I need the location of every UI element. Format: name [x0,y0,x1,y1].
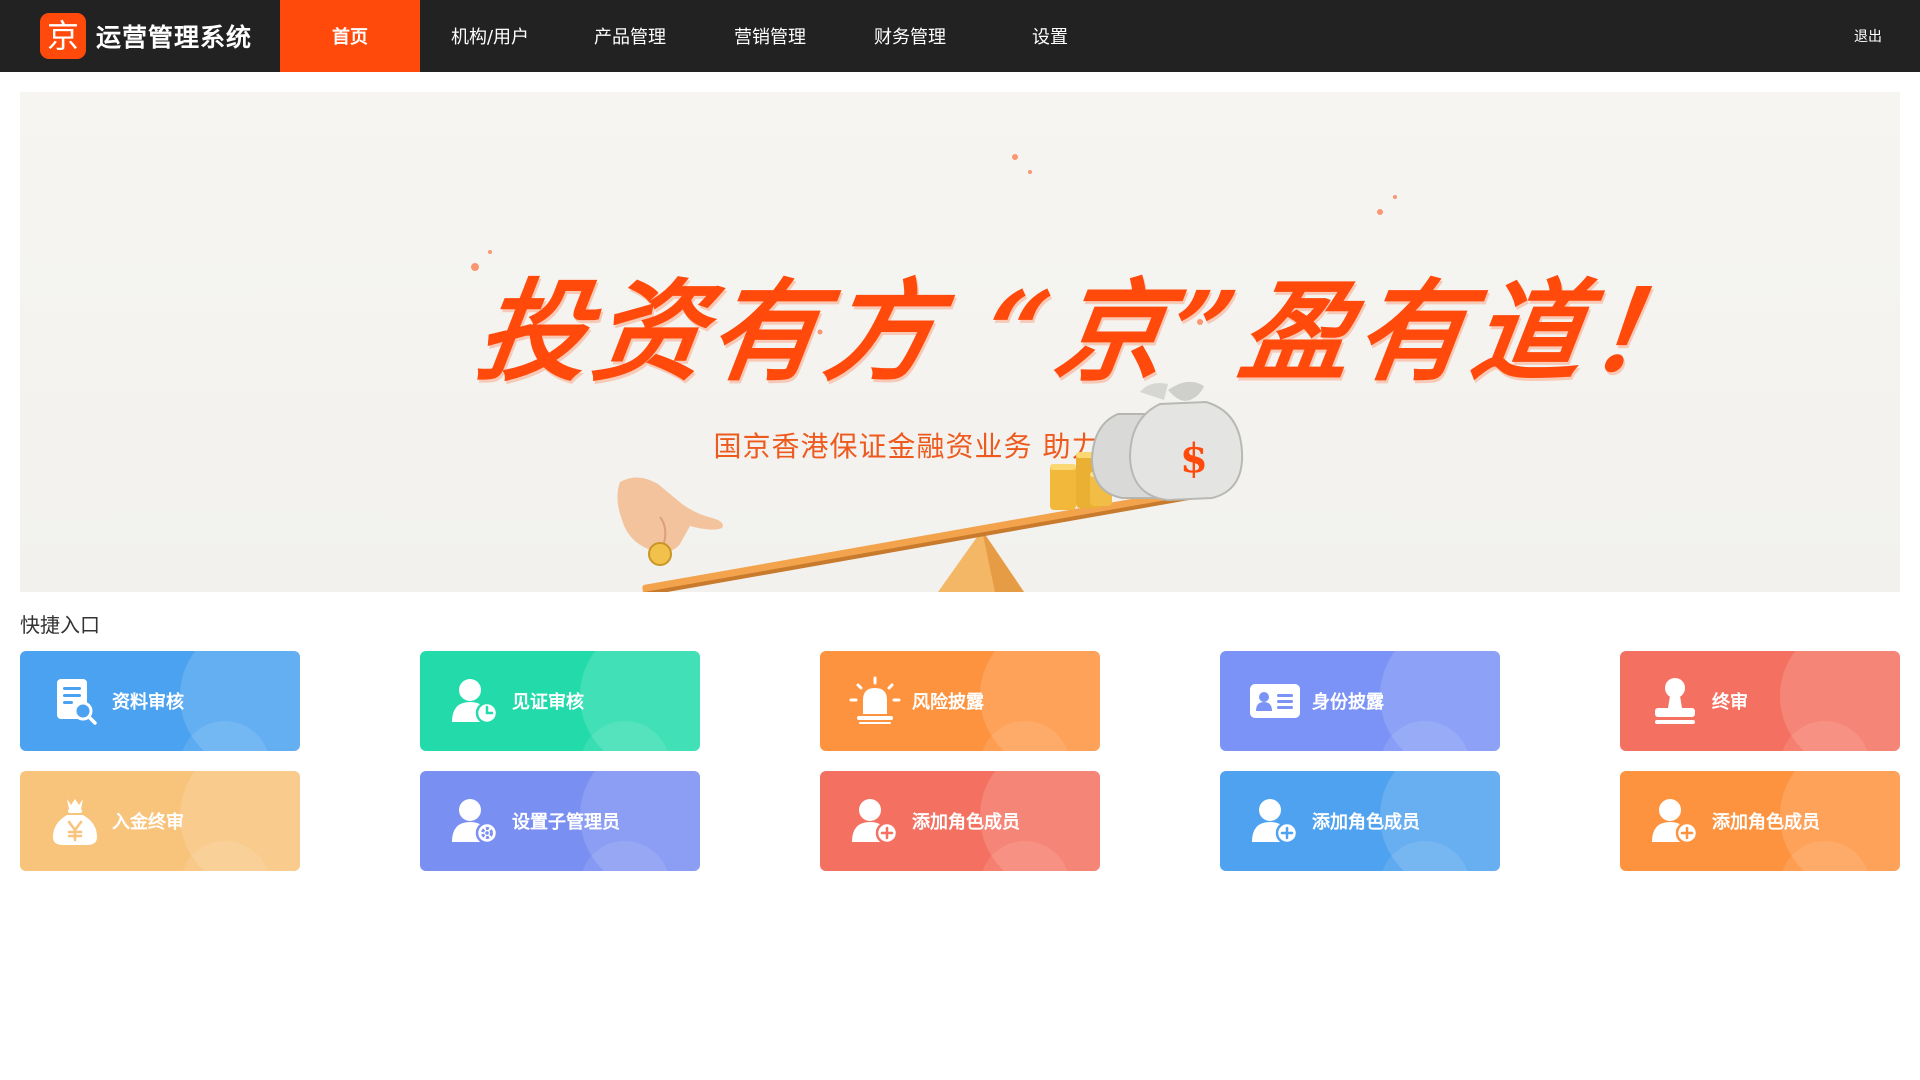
quick-card-label: 身份披露 [1312,692,1384,713]
quick-card-label: 入金终审 [112,812,184,833]
user-add-icon [848,794,902,848]
nav-item-marketing-management[interactable]: 营销管理 [700,0,840,72]
promo-banner[interactable]: 投资有方 “京”盈有道！ 国京香港保证金融资业务 助力您的投资 $ [20,92,1900,592]
dollar-sign-icon: $ [1180,435,1208,482]
top-navigation-bar: 京 运营管理系统 首页 机构/用户 产品管理 营销管理 财务管理 设置 退出 [0,0,1920,72]
hand-icon [617,477,723,566]
id-card-icon [1248,674,1302,728]
quick-card-label: 资料审核 [112,692,184,713]
app-logo[interactable]: 京 运营管理系统 [40,13,252,59]
logo-char: 京 [46,17,79,55]
user-clock-icon [448,674,502,728]
nav-item-org-users[interactable]: 机构/用户 [420,0,560,72]
quick-card-risk-disclosure[interactable]: 风险披露 [820,651,1100,751]
nav-item-settings[interactable]: 设置 [980,0,1120,72]
quick-card-label: 设置子管理员 [512,812,620,833]
quick-card-document-review[interactable]: 资料审核 [20,651,300,751]
money-bag-icon: $ [1090,381,1244,502]
nav-item-home[interactable]: 首页 [280,0,420,72]
quick-card-label: 添加角色成员 [1312,812,1420,833]
document-search-icon [48,674,102,728]
quick-card-witness-review[interactable]: 见证审核 [420,651,700,751]
quick-card-label: 添加角色成员 [912,812,1020,833]
app-title: 运营管理系统 [96,23,253,52]
alarm-light-icon [848,674,902,728]
quick-entry-grid: 资料审核 见证审核 风险披露 身份披露 终审 入金终审 设置子管理员 添加角色成… [20,651,1900,871]
logo-mark-icon: 京 [40,13,86,59]
nav-item-product-management[interactable]: 产品管理 [560,0,700,72]
seesaw-illustration: $ [471,154,1397,592]
quick-card-label: 见证审核 [512,692,584,713]
nav-item-finance-management[interactable]: 财务管理 [840,0,980,72]
logout-button[interactable]: 退出 [1854,0,1882,72]
quick-card-add-role-member[interactable]: 添加角色成员 [820,771,1100,871]
main-nav: 首页 机构/用户 产品管理 营销管理 财务管理 设置 [280,0,1120,72]
user-add-icon [1248,794,1302,848]
quick-card-identity-disclosure[interactable]: 身份披露 [1220,651,1500,751]
ink-splash-decoration [471,154,1397,335]
quick-card-set-sub-admin[interactable]: 设置子管理员 [420,771,700,871]
stamp-icon [1648,674,1702,728]
user-add-icon [1648,794,1702,848]
user-gear-icon [448,794,502,848]
quick-card-label: 添加角色成员 [1712,812,1820,833]
quick-card-deposit-final-review[interactable]: 入金终审 [20,771,300,871]
quick-card-add-role-member[interactable]: 添加角色成员 [1220,771,1500,871]
quick-card-label: 风险披露 [912,692,984,713]
quick-card-final-review[interactable]: 终审 [1620,651,1900,751]
quick-card-label: 终审 [1712,692,1748,713]
seesaw-plank [642,485,1215,592]
money-bag-icon [48,794,102,848]
quick-card-add-role-member[interactable]: 添加角色成员 [1620,771,1900,871]
quick-entry-title: 快捷入口 [20,613,100,637]
